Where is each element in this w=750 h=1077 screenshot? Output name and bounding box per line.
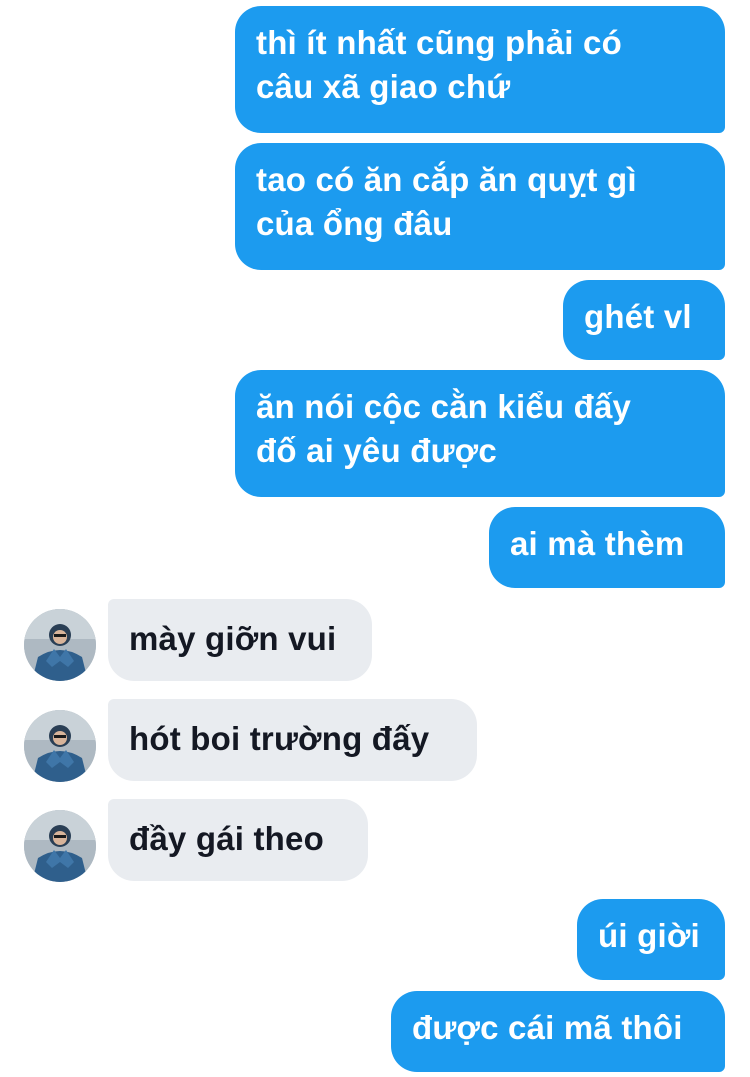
outgoing-message-bubble[interactable]: tao có ăn cắp ăn quỵt gì của ổng đâu <box>235 143 725 270</box>
outgoing-message-bubble[interactable]: thì ít nhất cũng phải có câu xã giao chứ <box>235 6 725 133</box>
outgoing-message-bubble[interactable]: ăn nói cộc cằn kiểu đấy đố ai yêu được <box>235 370 725 497</box>
incoming-message-bubble[interactable]: mày giỡn vui <box>108 599 372 681</box>
user-avatar-icon[interactable] <box>24 609 96 681</box>
outgoing-message-bubble[interactable]: úi giời <box>577 899 725 980</box>
user-avatar-icon[interactable] <box>24 710 96 782</box>
incoming-message-bubble[interactable]: đầy gái theo <box>108 799 368 881</box>
outgoing-message-bubble[interactable]: ai mà thèm <box>489 507 725 588</box>
user-avatar-icon[interactable] <box>24 810 96 882</box>
incoming-message-bubble[interactable]: hót boi trường đấy <box>108 699 477 781</box>
chat-thread: thì ít nhất cũng phải có câu xã giao chứ… <box>0 0 750 1077</box>
outgoing-message-bubble[interactable]: ghét vl <box>563 280 725 360</box>
outgoing-message-bubble[interactable]: được cái mã thôi <box>391 991 725 1072</box>
